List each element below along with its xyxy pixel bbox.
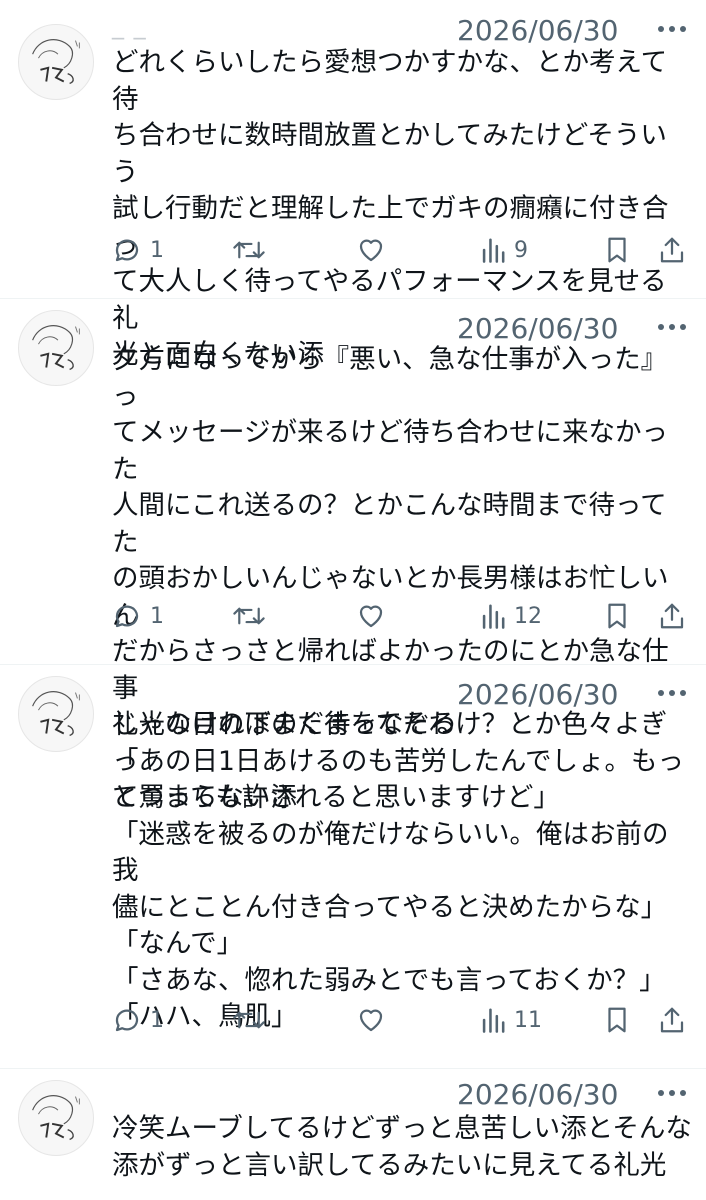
- bar-chart-icon: [482, 604, 505, 629]
- heart-icon: [359, 1009, 383, 1032]
- bookmark-button[interactable]: [604, 998, 630, 1042]
- reply-count: 1: [150, 1007, 164, 1033]
- avatar-sketch-icon: [32, 1095, 80, 1141]
- avatar[interactable]: [18, 24, 94, 100]
- share-button[interactable]: [658, 228, 686, 272]
- reply-button[interactable]: 1: [112, 998, 164, 1042]
- post-date[interactable]: 2026/06/30: [457, 14, 618, 47]
- like-button[interactable]: [356, 594, 386, 638]
- like-button[interactable]: [356, 228, 386, 272]
- more-icon[interactable]: [658, 1090, 686, 1098]
- like-button[interactable]: [356, 998, 386, 1042]
- more-icon[interactable]: [658, 26, 686, 34]
- speech-bubble-icon: [115, 1009, 139, 1032]
- avatar-sketch-icon: [32, 325, 80, 371]
- repost-button[interactable]: [232, 228, 266, 272]
- post-header: 2026/06/30: [112, 1076, 686, 1116]
- avatar[interactable]: [18, 310, 94, 386]
- bookmark-icon: [608, 237, 626, 263]
- user-handle[interactable]: _ _: [112, 12, 147, 40]
- views-button[interactable]: 12: [480, 594, 542, 638]
- reply-button[interactable]: 1: [112, 594, 164, 638]
- action-bar: 1 12: [0, 594, 706, 638]
- reply-count: 1: [150, 603, 164, 629]
- post-text: 礼光の目の下のくまをなぞる 「あの日1日あけるのも苦労したんでしょ。もっ と罵っ…: [112, 709, 685, 1032]
- avatar-sketch-icon: [32, 39, 80, 85]
- avatar[interactable]: [18, 1080, 94, 1156]
- avatar[interactable]: [18, 676, 94, 752]
- post-date[interactable]: 2026/06/30: [457, 312, 618, 345]
- view-count: 9: [514, 237, 528, 263]
- speech-bubble-icon: [115, 605, 139, 628]
- repost-button[interactable]: [232, 594, 266, 638]
- post-divider: [0, 298, 706, 299]
- post-date[interactable]: 2026/06/30: [457, 1078, 618, 1111]
- reply-count: 1: [150, 237, 164, 263]
- post-text: 冷笑ムーブしてるけどずっと息苦しい添とそんな 添がずっと言い訳してるみたいに見え…: [112, 1113, 692, 1181]
- repost-arrows-icon: [233, 241, 265, 259]
- post-divider: [0, 664, 706, 665]
- view-count: 12: [514, 603, 542, 629]
- bookmark-button[interactable]: [604, 594, 630, 638]
- heart-icon: [359, 605, 383, 628]
- share-upload-icon: [660, 237, 684, 263]
- bookmark-icon: [608, 603, 626, 629]
- bar-chart-icon: [482, 1008, 505, 1033]
- more-icon[interactable]: [658, 690, 686, 698]
- more-icon[interactable]: [658, 324, 686, 332]
- action-bar: 1 11: [0, 998, 706, 1042]
- post-divider: [0, 1068, 706, 1069]
- speech-bubble-icon: [115, 239, 139, 262]
- share-upload-icon: [660, 1007, 684, 1033]
- heart-icon: [359, 239, 383, 262]
- views-button[interactable]: 11: [480, 998, 542, 1042]
- share-upload-icon: [660, 603, 684, 629]
- avatar-sketch-icon: [32, 691, 80, 737]
- bookmark-button[interactable]: [604, 228, 630, 272]
- share-button[interactable]: [658, 998, 686, 1042]
- action-bar: 1 9: [0, 228, 706, 272]
- view-count: 11: [514, 1007, 542, 1033]
- views-button[interactable]: 9: [480, 228, 528, 272]
- bookmark-icon: [608, 1007, 626, 1033]
- share-button[interactable]: [658, 594, 686, 638]
- bar-chart-icon: [482, 238, 505, 263]
- reply-button[interactable]: 1: [112, 228, 164, 272]
- repost-arrows-icon: [233, 607, 265, 625]
- repost-arrows-icon: [233, 1011, 265, 1029]
- repost-button[interactable]: [232, 998, 266, 1042]
